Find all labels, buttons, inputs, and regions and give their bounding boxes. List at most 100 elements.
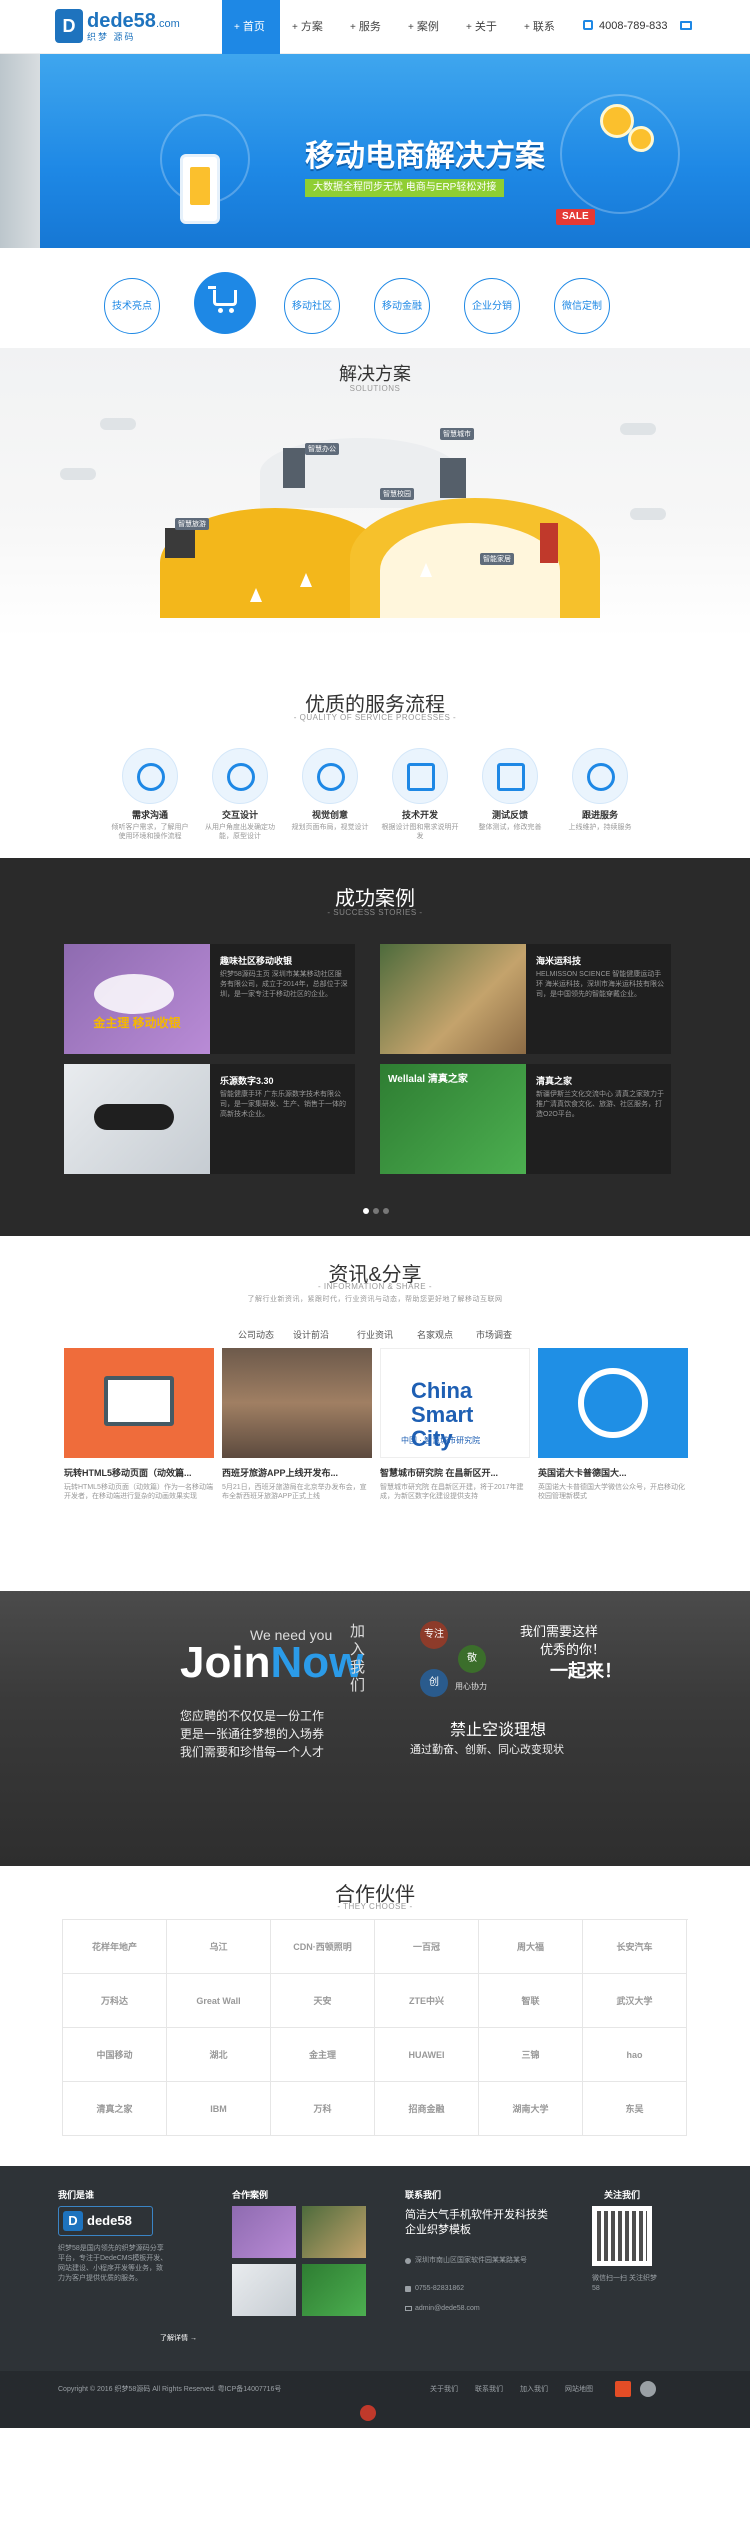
- nav-item-cases[interactable]: + 案例: [396, 0, 454, 54]
- join-us-banner[interactable]: JoinNow We need you 加入我们 您应聘的不仅仅是一份工作 更是…: [0, 1591, 750, 1866]
- partner-logo[interactable]: 湖南大学: [479, 2082, 583, 2136]
- chat-icon: [122, 748, 178, 804]
- cart-icon: [208, 286, 237, 313]
- partner-logo[interactable]: 天安: [271, 1974, 375, 2028]
- tab-market[interactable]: 市场调查: [476, 1328, 512, 1341]
- news-image: [222, 1348, 372, 1458]
- footer-case-thumb[interactable]: [232, 2206, 296, 2258]
- carousel-dot[interactable]: [383, 1208, 389, 1214]
- tree-illustration: [250, 588, 262, 602]
- footer-case-thumb[interactable]: [232, 2264, 296, 2316]
- feature-mobile-community[interactable]: 移动社区: [284, 278, 340, 334]
- nav-item-solutions[interactable]: + 方案: [280, 0, 338, 54]
- partner-logo[interactable]: 清真之家: [63, 2082, 167, 2136]
- process-step[interactable]: 视觉创意 规划页面布局，视觉设计: [290, 748, 370, 832]
- copyright: Copyright © 2016 织梦58源码 All Rights Reser…: [58, 2386, 282, 2393]
- partner-logo[interactable]: 金主理: [271, 2028, 375, 2082]
- tab-design[interactable]: 设计前沿: [293, 1328, 329, 1341]
- police-badge-icon: [360, 2405, 376, 2421]
- news-card[interactable]: 英国诺大卡普德国大... 英国诺大卡普德国大学微信公众号，开启移动化校园管理新模…: [538, 1348, 688, 1501]
- partner-logo[interactable]: 智联: [479, 1974, 583, 2028]
- logo[interactable]: D dede58.com 织梦 源码: [55, 9, 180, 45]
- case-card[interactable]: 海米运科技 HELMISSON SCIENCE 智能健康运动手环 海米运科技，深…: [380, 944, 671, 1054]
- process-step[interactable]: 交互设计 从用户角度出发确定功能，原型设计: [200, 748, 280, 841]
- header-phone[interactable]: 4008-789-833: [583, 20, 668, 32]
- footer-link-sitemap[interactable]: 网站地图: [565, 2385, 593, 2395]
- join-char-badge: 敬: [458, 1645, 486, 1673]
- case-desc: 智能健康手环 广东乐源数字技术有限公司，是一家集研发、生产、销售于一体的高新技术…: [220, 1091, 346, 1118]
- nav-item-home[interactable]: + 首页: [222, 0, 280, 54]
- tab-industry[interactable]: 行业资讯: [357, 1328, 393, 1341]
- news-title: 智慧城市研究院 在昌新区开...: [380, 1468, 499, 1478]
- join-char-caption: 用心协力: [455, 1682, 487, 1691]
- case-card[interactable]: Wellalal 清真之家 清真之家 新疆伊斯兰文化交流中心 清真之家致力于推广…: [380, 1064, 671, 1174]
- wristband-illustration: [94, 1104, 174, 1130]
- feature-wechat-custom[interactable]: 微信定制: [554, 278, 610, 334]
- footer-case-thumb[interactable]: [302, 2206, 366, 2258]
- news-card[interactable]: China Smart City 中国 · 智慧城市研究院 智慧城市研究院 在昌…: [380, 1348, 530, 1501]
- feature-enterprise-distribution[interactable]: 企业分销: [464, 278, 520, 334]
- partner-logo[interactable]: 武汉大学: [583, 1974, 687, 2028]
- nav-item-services[interactable]: + 服务: [338, 0, 396, 54]
- feature-mobile-finance[interactable]: 移动金融: [374, 278, 430, 334]
- footer-more-link[interactable]: 了解详情 →: [160, 2334, 197, 2344]
- partner-logo[interactable]: 万科达: [63, 1974, 167, 2028]
- building-illustration: [540, 523, 558, 563]
- process-step[interactable]: 测试反馈 整体测试，修改完善: [470, 748, 550, 832]
- footer-link-contact[interactable]: 联系我们: [475, 2385, 503, 2395]
- partner-logo[interactable]: CDN·西顿照明: [271, 1920, 375, 1974]
- footer-link-about[interactable]: 关于我们: [430, 2385, 458, 2395]
- partner-logo[interactable]: IBM: [167, 2082, 271, 2136]
- join-right-3: 一起来！: [550, 1661, 622, 1681]
- cloud-illustration: [630, 508, 666, 520]
- partner-logo[interactable]: 东吴: [583, 2082, 687, 2136]
- cloud-illustration: [100, 418, 136, 430]
- news-image: [64, 1348, 214, 1458]
- join-right-1: 我们需要这样: [520, 1624, 599, 1639]
- process-step[interactable]: 技术开发 根据设计图和需求说明开发: [380, 748, 460, 841]
- feature-mobile-commerce[interactable]: [194, 272, 256, 334]
- hero-banner[interactable]: 移动电商解决方案 大数据全程同步无忧 电商与ERP轻松对接 SALE: [0, 54, 750, 248]
- join-poem-2: 更是一张通往梦想的入场券: [180, 1727, 325, 1741]
- in-logo-icon: [578, 1368, 648, 1438]
- footer-case-thumb[interactable]: [302, 2264, 366, 2316]
- partner-logo[interactable]: 中国移动: [63, 2028, 167, 2082]
- office-photo: [0, 1591, 750, 1866]
- news-card[interactable]: 西班牙旅游APP上线开发布... 5月21日，西班牙旅游局在北京举办发布会，宣布…: [222, 1348, 372, 1501]
- tab-company-news[interactable]: 公司动态: [238, 1328, 274, 1341]
- partner-logo[interactable]: 湖北: [167, 2028, 271, 2082]
- partner-logo[interactable]: 一百冠: [375, 1920, 479, 1974]
- partner-logo[interactable]: 万科: [271, 2082, 375, 2136]
- plus-icon: +: [350, 22, 356, 33]
- tab-experts[interactable]: 名家观点: [417, 1328, 453, 1341]
- partner-logo[interactable]: 乌江: [167, 1920, 271, 1974]
- partner-logo[interactable]: 花样年地产: [63, 1920, 167, 1974]
- partner-logo[interactable]: HUAWEI: [375, 2028, 479, 2082]
- process-step[interactable]: 跟进服务 上线维护，持续服务: [560, 748, 640, 832]
- section-title: 解决方案: [339, 364, 411, 384]
- footer-email[interactable]: admin@dede58.com: [415, 2304, 480, 2314]
- case-image-text: 金主理 移动收银: [93, 1016, 181, 1030]
- join-right-2: 优秀的你！: [540, 1642, 606, 1657]
- partner-logo[interactable]: 招商金融: [375, 2082, 479, 2136]
- partner-logo[interactable]: 长安汽车: [583, 1920, 687, 1974]
- footer-link-join[interactable]: 加入我们: [520, 2385, 548, 2395]
- partner-logo[interactable]: 三锦: [479, 2028, 583, 2082]
- carousel-dot[interactable]: [373, 1208, 379, 1214]
- news-card[interactable]: 玩转HTML5移动页面（动效篇... 玩转HTML5移动页面（动效篇）作为一名移…: [64, 1348, 214, 1501]
- partner-logo[interactable]: hao: [583, 2028, 687, 2082]
- process-step[interactable]: 需求沟通 倾听客户需求，了解用户使用环境和操作流程: [110, 748, 190, 841]
- mobile-phone-illustration: [180, 154, 220, 224]
- plus-icon: +: [524, 22, 530, 33]
- case-card[interactable]: 金主理 移动收银 趣味社区移动收银 织梦58源码主页 深圳市某某移动社区服务有限…: [64, 944, 355, 1054]
- carousel-dot-active[interactable]: [363, 1208, 369, 1214]
- mail-icon[interactable]: [680, 21, 692, 30]
- partner-logo[interactable]: ZTE中兴: [375, 1974, 479, 2028]
- partner-logo[interactable]: 周大福: [479, 1920, 583, 1974]
- nav-item-about[interactable]: + 关于: [454, 0, 512, 54]
- partner-logo[interactable]: Great Wall: [167, 1974, 271, 2028]
- feature-tech-highlights[interactable]: 技术亮点: [104, 278, 160, 334]
- footer-logo[interactable]: D dede58: [58, 2206, 153, 2236]
- case-card[interactable]: 乐源数字3.30 智能健康手环 广东乐源数字技术有限公司，是一家集研发、生产、销…: [64, 1064, 355, 1174]
- nav-item-contact[interactable]: + 联系: [512, 0, 570, 54]
